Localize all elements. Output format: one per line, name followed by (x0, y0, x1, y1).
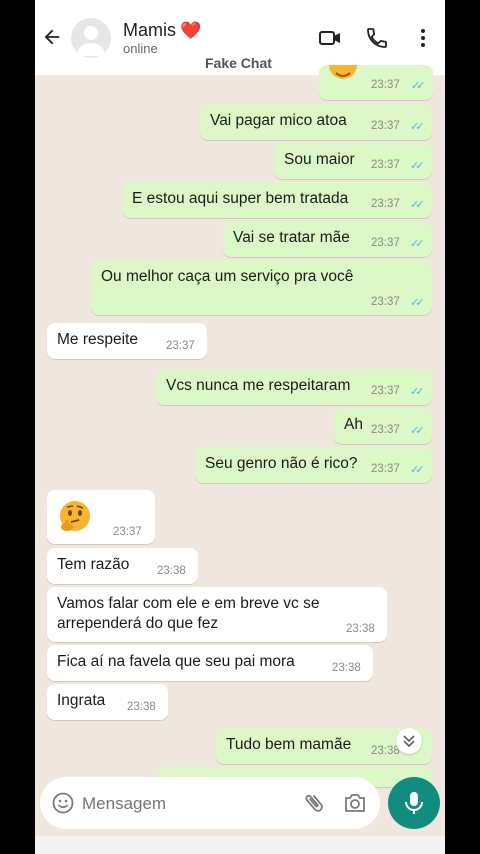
camera-icon[interactable] (343, 792, 367, 814)
read-ticks-icon: ✓✓ (410, 425, 425, 437)
chat-screen: Mamis ❤️ online Fake Chat 23:37 ✓✓ Vai pa… (35, 0, 445, 854)
default-avatar-icon (77, 26, 105, 56)
read-ticks-icon: ✓✓ (411, 80, 426, 92)
message-time: 23:37 (371, 463, 400, 475)
attach-paperclip-icon[interactable] (302, 791, 326, 815)
message-text: Ingrata (57, 692, 106, 709)
message-time: 23:37 (371, 237, 400, 249)
message-time: 23:37 (371, 159, 400, 171)
thinking-face-emoji-icon (60, 501, 90, 531)
read-ticks-icon: ✓✓ (410, 464, 425, 476)
message-time: 23:38 (127, 701, 156, 713)
message-text: Sou maior (284, 151, 355, 168)
read-ticks-icon: ✓✓ (410, 160, 425, 172)
message-bubble[interactable]: Ou melhor caça um serviço pra você 23:37… (91, 260, 432, 315)
message-text: E estou aqui super bem tratada (132, 190, 349, 207)
message-text: Vai pagar mico atoa (210, 112, 347, 129)
voice-record-button[interactable] (388, 777, 440, 829)
phone-call-icon[interactable] (365, 26, 389, 50)
message-bubble[interactable]: Seu genro não é rico? 23:37 ✓✓ (195, 447, 432, 483)
message-input[interactable] (80, 790, 294, 818)
heart-emoji: ❤️ (180, 21, 202, 40)
message-bubble[interactable]: Ingrata 23:38 (47, 684, 168, 720)
more-options-icon[interactable] (411, 26, 435, 50)
message-list[interactable]: 23:37 ✓✓ Vai pagar mico atoa 23:37 ✓✓ So… (35, 65, 445, 787)
message-time: 23:37 (371, 424, 400, 436)
message-text: Tudo bem mamãe (226, 736, 352, 753)
back-arrow-icon[interactable] (41, 26, 63, 48)
message-bubble[interactable]: Ah 23:37 ✓✓ (334, 408, 432, 444)
contact-name[interactable]: Mamis ❤️ (123, 20, 201, 41)
message-bubble[interactable]: Vai pagar mico atoa 23:37 ✓✓ (200, 104, 432, 140)
system-navigation-bar (35, 836, 445, 854)
message-time: 23:38 (157, 565, 186, 577)
message-time: 23:37 (371, 120, 400, 132)
contact-name-text: Mamis (123, 20, 176, 40)
watermark: Fake Chat (205, 55, 272, 71)
message-text: Tem razão (57, 556, 130, 573)
message-time: 23:37 (113, 526, 142, 538)
message-time: 23:37 (371, 296, 400, 308)
read-ticks-icon: ✓✓ (410, 121, 425, 133)
message-time: 23:37 (166, 340, 195, 352)
message-bubble[interactable]: Vamos falar com ele e em breve vc se arr… (47, 587, 387, 642)
chat-header: Mamis ❤️ online Fake Chat (35, 0, 445, 75)
message-text: Me respeite (57, 331, 138, 348)
emoji-button-icon[interactable] (52, 792, 74, 814)
message-text: Vcs nunca me respeitaram (166, 377, 351, 394)
message-time: 23:37 (371, 79, 400, 91)
message-bubble[interactable]: Vcs nunca me respeitaram 23:37 ✓✓ (156, 369, 432, 405)
message-text-line1: Vamos falar com ele e em breve vc se (57, 595, 320, 612)
message-text: Vai se tratar mãe (233, 229, 350, 246)
avatar[interactable] (71, 18, 111, 58)
message-bubble-partial[interactable]: 23:37 ✓✓ (319, 65, 433, 100)
read-ticks-icon: ✓✓ (410, 386, 425, 398)
message-bubble[interactable]: Fica aí na favela que seu pai mora 23:38 (47, 645, 373, 681)
message-bubble[interactable]: Sou maior 23:37 ✓✓ (274, 143, 432, 179)
message-text: Ou melhor caça um serviço pra você (101, 268, 354, 285)
message-text: Fica aí na favela que seu pai mora (57, 653, 295, 670)
emoji-icon (329, 65, 357, 79)
message-text-line2: arrependerá do que fez (57, 615, 219, 632)
message-text: Seu genro não é rico? (205, 455, 358, 472)
message-bubble[interactable]: Tem razão 23:38 (47, 548, 198, 584)
read-ticks-icon: ✓✓ (410, 199, 425, 211)
message-time: 23:38 (346, 623, 375, 635)
message-text: Ah (344, 416, 363, 433)
double-chevron-down-icon (403, 735, 415, 748)
message-time: 23:37 (371, 385, 400, 397)
message-input-bar (40, 777, 380, 829)
video-call-icon[interactable] (318, 26, 342, 50)
message-bubble[interactable]: E estou aqui super bem tratada 23:37 ✓✓ (122, 182, 432, 218)
microphone-icon (405, 792, 423, 814)
message-time: 23:38 (332, 662, 361, 674)
message-bubble[interactable]: 23:37 (47, 490, 155, 544)
message-bubble[interactable]: Vai se tratar mãe 23:37 ✓✓ (223, 221, 432, 257)
scroll-to-bottom-button[interactable] (396, 728, 422, 754)
read-ticks-icon: ✓✓ (410, 297, 425, 309)
read-ticks-icon: ✓✓ (410, 238, 425, 250)
message-bubble[interactable]: Me respeite 23:37 (47, 323, 207, 359)
contact-status: online (123, 41, 158, 56)
message-time: 23:37 (371, 198, 400, 210)
